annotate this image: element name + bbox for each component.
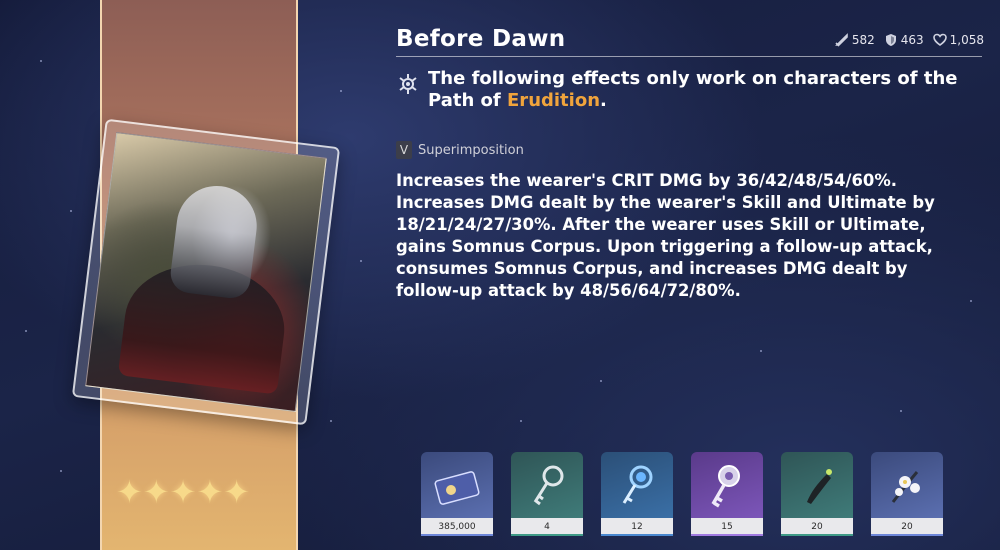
dark-horn-icon	[807, 469, 832, 504]
material-item[interactable]: 20	[871, 452, 943, 536]
lightcone-title: Before Dawn	[396, 26, 566, 52]
stats-bar: 582 463 1,058	[834, 33, 984, 47]
superimposition-row: V Superimposition	[396, 141, 524, 159]
path-name: Erudition	[507, 90, 601, 111]
ornate-key-icon	[711, 465, 740, 508]
superimposition-rank: V	[396, 141, 412, 159]
title-divider	[396, 56, 982, 57]
lightcone-artwork	[85, 132, 327, 412]
material-item[interactable]: 15	[691, 452, 763, 536]
stat-hp: 1,058	[932, 33, 984, 47]
stat-attack: 582	[834, 33, 875, 47]
silver-key-icon	[533, 465, 564, 506]
material-item[interactable]: 4	[511, 452, 583, 536]
defense-value: 463	[900, 33, 924, 47]
rarity-stars: ✦✦✦✦✦	[116, 476, 250, 508]
hp-value: 1,058	[949, 33, 984, 47]
material-item[interactable]: 20	[781, 452, 853, 536]
path-restriction: The following effects only work on chara…	[396, 68, 976, 112]
material-item[interactable]: 12	[601, 452, 673, 536]
rarity-star-icons: ✦✦✦✦✦	[116, 473, 251, 511]
path-note: The following effects only work on chara…	[428, 68, 976, 112]
white-flower-icon	[891, 471, 920, 503]
attack-value: 582	[851, 33, 875, 47]
superimposition-label: Superimposition	[418, 142, 524, 158]
blue-key-icon	[622, 465, 653, 504]
material-item[interactable]: 385,000	[421, 452, 493, 536]
erudition-path-icon	[399, 74, 417, 94]
defense-icon	[885, 34, 896, 46]
lightcone-card[interactable]	[71, 118, 341, 426]
path-note-suffix: .	[600, 90, 607, 111]
hp-heart-icon	[932, 33, 947, 47]
credit-card-icon	[434, 471, 480, 505]
lightcone-description: Increases the wearer's CRIT DMG by 36/42…	[396, 171, 935, 300]
stat-defense: 463	[884, 33, 924, 47]
attack-icon	[834, 33, 848, 47]
materials-list: 385,000 4 12 15 20 20	[421, 452, 943, 536]
